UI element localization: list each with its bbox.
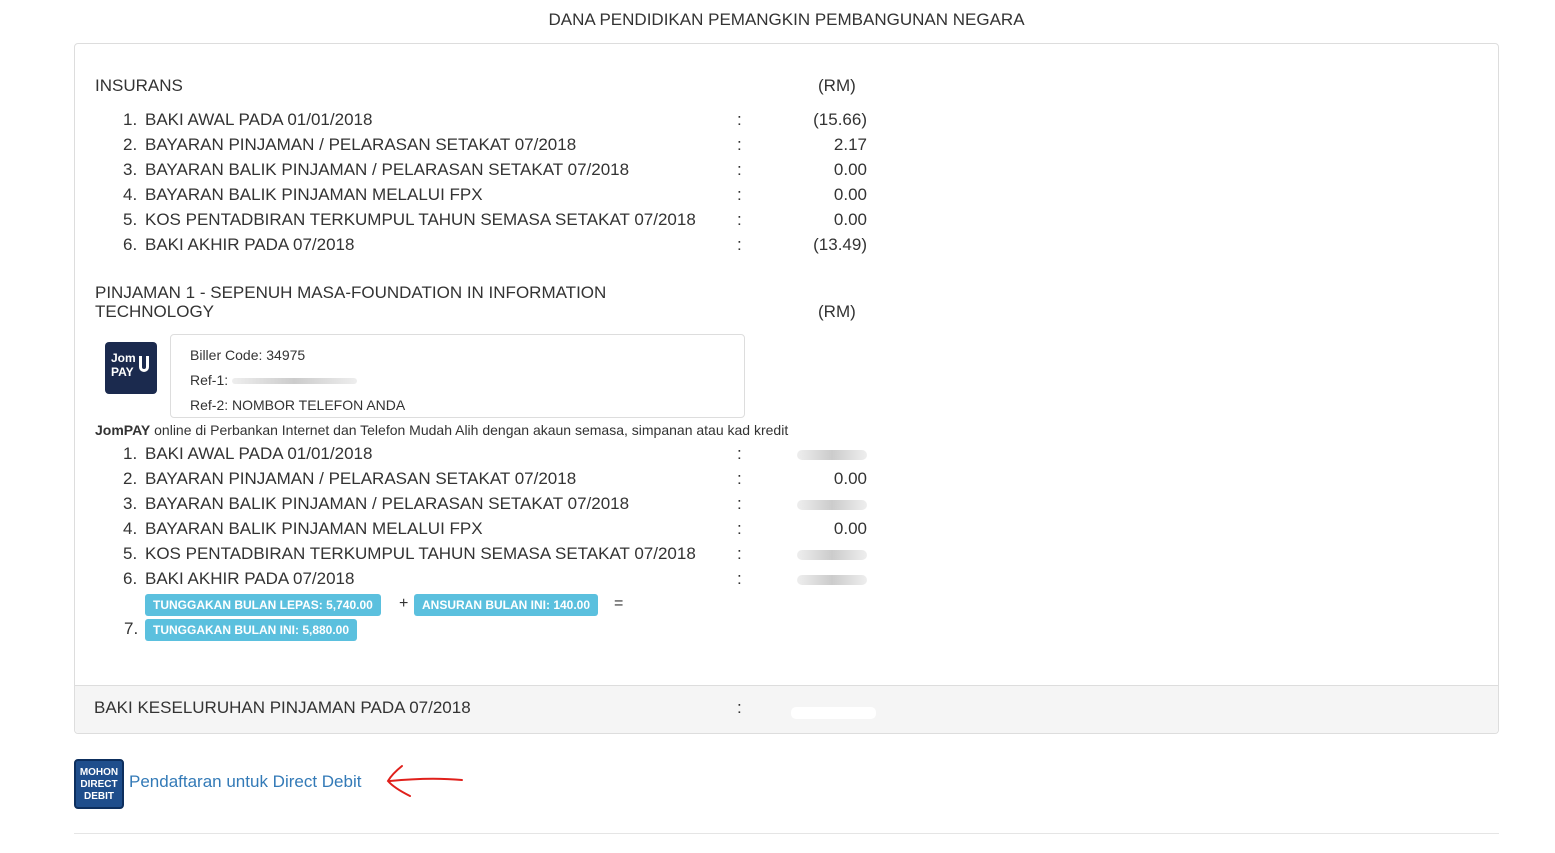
row-colon: : [737, 135, 742, 154]
jompay-note: JomPAY online di Perbankan Internet dan … [95, 422, 788, 438]
row-number: 3. [123, 160, 138, 179]
row-label: BAKI AWAL PADA 01/01/2018 [145, 444, 373, 463]
pinjaman-title-line1: PINJAMAN 1 - SEPENUH MASA-FOUNDATION IN … [95, 283, 607, 302]
biller-info-box: Biller Code: 34975 Ref-1: Ref-2: NOMBOR … [170, 334, 745, 418]
row-value: (15.66) [813, 110, 867, 129]
row-label: BAYARAN BALIK PINJAMAN MELALUI FPX [145, 519, 483, 538]
panel-footer: BAKI KESELURUHAN PINJAMAN PADA 07/2018 : [75, 685, 1498, 733]
footer-total-label: BAKI KESELURUHAN PINJAMAN PADA 07/2018 [94, 698, 471, 717]
row-colon: : [737, 210, 742, 229]
jompay-logo: Jom PAY [105, 342, 157, 394]
row-number: 7. [124, 619, 139, 638]
row-label: BAYARAN BALIK PINJAMAN MELALUI FPX [145, 185, 483, 204]
row-colon: : [737, 544, 742, 563]
insurans-row: 5. KOS PENTADBIRAN TERKUMPUL TAHUN SEMAS… [75, 207, 975, 232]
jompay-note-bold: JomPAY [95, 422, 151, 438]
dd-logo-line1: MOHON [79, 767, 119, 778]
row-label: BAKI AKHIR PADA 07/2018 [145, 569, 355, 588]
row-label: BAYARAN BALIK PINJAMAN / PELARASAN SETAK… [145, 494, 630, 513]
ansuran-badge: ANSURAN BULAN INI: 140.00 [414, 594, 599, 616]
pinjaman-row: 1. BAKI AWAL PADA 01/01/2018 : [75, 441, 975, 466]
row-colon: : [737, 519, 742, 538]
insurans-row: 6. BAKI AKHIR PADA 07/2018 : (13.49) [75, 232, 975, 257]
row-value: 0.00 [833, 160, 867, 179]
dd-logo-line3: DEBIT [84, 791, 114, 802]
pinjaman-row: 2. BAYARAN PINJAMAN / PELARASAN SETAKAT … [75, 466, 975, 491]
biller-code: Biller Code: 34975 [190, 347, 306, 363]
pinjaman-row: 5. KOS PENTADBIRAN TERKUMPUL TAHUN SEMAS… [75, 541, 975, 566]
pinjaman-title-line2: TECHNOLOGY [95, 302, 215, 321]
row-label: BAKI AWAL PADA 01/01/2018 [145, 110, 373, 129]
row-colon: : [737, 185, 742, 204]
pinjaman-currency: (RM) [818, 302, 856, 321]
row-value-redacted [787, 491, 867, 516]
insurans-row: 3. BAYARAN BALIK PINJAMAN / PELARASAN SE… [75, 157, 975, 182]
ref1-text: Ref-1: [190, 372, 229, 388]
row-number: 1. [123, 444, 138, 463]
row-value-redacted [787, 566, 867, 591]
pinjaman-row: 4. BAYARAN BALIK PINJAMAN MELALUI FPX : … [75, 516, 975, 541]
tunggakan-lepas-badge: TUNGGAKAN BULAN LEPAS: 5,740.00 [145, 594, 381, 616]
row-number: 5. [123, 544, 138, 563]
ref1-redacted [232, 378, 358, 385]
row-number: 5. [123, 210, 138, 229]
insurans-row: 2. BAYARAN PINJAMAN / PELARASAN SETAKAT … [75, 132, 975, 157]
row-number: 6. [123, 235, 138, 254]
plus-sign: + [399, 595, 409, 612]
pinjaman-row: 3. BAYARAN BALIK PINJAMAN / PELARASAN SE… [75, 491, 975, 516]
pinjaman-title: PINJAMAN 1 - SEPENUH MASA-FOUNDATION IN … [95, 283, 606, 321]
row-colon: : [737, 110, 742, 129]
dd-logo-line2: DIRECT [80, 779, 118, 790]
row-label: BAKI AKHIR PADA 07/2018 [145, 235, 355, 254]
pinjaman-row: 6. BAKI AKHIR PADA 07/2018 : [75, 566, 975, 591]
tunggakan-ini-badge: TUNGGAKAN BULAN INI: 5,880.00 [145, 619, 358, 641]
row-number: 3. [123, 494, 138, 513]
row-colon: : [737, 569, 742, 588]
row-label: KOS PENTADBIRAN TERKUMPUL TAHUN SEMASA S… [145, 210, 696, 229]
row-label: BAYARAN PINJAMAN / PELARASAN SETAKAT 07/… [145, 135, 577, 154]
jompay-note-text: online di Perbankan Internet dan Telefon… [150, 422, 789, 438]
row-label: BAYARAN PINJAMAN / PELARASAN SETAKAT 07/… [145, 469, 577, 488]
jompay-j-mark [139, 356, 149, 372]
direct-debit-logo[interactable]: MOHON DIRECT DEBIT [74, 759, 124, 809]
row-value-redacted [787, 541, 867, 566]
jompay-logo-top: Jom [111, 351, 136, 365]
direct-debit-link[interactable]: Pendaftaran untuk Direct Debit [129, 772, 361, 792]
bottom-divider [74, 833, 1499, 834]
row-value-redacted [787, 441, 867, 466]
row-value: 2.17 [833, 135, 867, 154]
row-number: 4. [123, 185, 138, 204]
insurans-row: 1. BAKI AWAL PADA 01/01/2018 : (15.66) [75, 107, 975, 132]
row-value: 0.00 [833, 469, 867, 488]
row-value: 0.00 [833, 519, 867, 538]
row-value: 0.00 [833, 210, 867, 229]
row-number: 2. [123, 469, 138, 488]
row-colon: : [737, 160, 742, 179]
row-colon: : [737, 494, 742, 513]
insurans-title: INSURANS [95, 76, 183, 95]
loan-statement-panel: INSURANS (RM) 1. BAKI AWAL PADA 01/01/20… [74, 43, 1499, 734]
footer-colon: : [737, 698, 742, 717]
jompay-logo-bottom: PAY [111, 365, 134, 379]
insurans-row: 4. BAYARAN BALIK PINJAMAN MELALUI FPX : … [75, 182, 975, 207]
row-colon: : [737, 469, 742, 488]
equals-sign: = [614, 595, 624, 612]
row-label: KOS PENTADBIRAN TERKUMPUL TAHUN SEMASA S… [145, 544, 696, 563]
red-arrow-annotation [386, 765, 463, 797]
row-value: (13.49) [813, 235, 867, 254]
row-number: 2. [123, 135, 138, 154]
row-value: 0.00 [833, 185, 867, 204]
row-number: 6. [123, 569, 138, 588]
footer-total-value-redacted [791, 704, 876, 722]
row-colon: : [737, 235, 742, 254]
row-label: BAYARAN BALIK PINJAMAN / PELARASAN SETAK… [145, 160, 630, 179]
ref1-label: Ref-1: [190, 372, 358, 388]
insurans-currency: (RM) [818, 76, 856, 95]
row-number: 4. [123, 519, 138, 538]
page-title: DANA PENDIDIKAN PEMANGKIN PEMBANGUNAN NE… [548, 10, 1025, 29]
row-colon: : [737, 444, 742, 463]
row-number: 1. [123, 110, 138, 129]
ref2-label: Ref-2: NOMBOR TELEFON ANDA [190, 397, 406, 413]
